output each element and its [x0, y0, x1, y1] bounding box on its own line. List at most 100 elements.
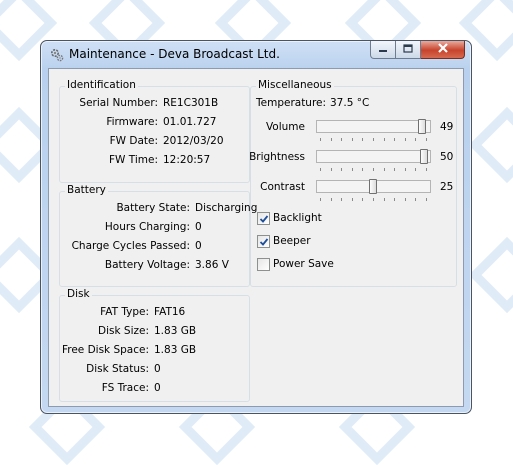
title-bar[interactable]: Maintenance - Deva Broadcast Ltd.	[41, 41, 471, 67]
fw-date-value: 2012/03/20	[163, 135, 224, 147]
beeper-checkbox[interactable]	[257, 235, 270, 248]
backlight-checkbox[interactable]	[257, 212, 270, 225]
minimize-button[interactable]	[370, 41, 396, 59]
fs-trace-value: 0	[154, 382, 161, 394]
slider-tick	[331, 168, 332, 171]
charge-cycles-value: 0	[195, 240, 202, 252]
disk-status-label: Disk Status:	[86, 363, 149, 375]
slider-tick	[394, 138, 395, 141]
slider-tick	[373, 198, 374, 201]
fw-time-label: FW Time:	[109, 154, 158, 166]
identification-title: Identification	[65, 79, 138, 91]
contrast-slider-thumb[interactable]	[369, 179, 377, 194]
power-save-label[interactable]: Power Save	[273, 258, 334, 270]
disk-size-label: Disk Size:	[98, 325, 149, 337]
slider-tick	[394, 198, 395, 201]
volume-slider-thumb[interactable]	[418, 119, 426, 134]
slider-tick	[415, 198, 416, 201]
slider-tick	[362, 168, 363, 171]
fw-time-value: 12:20:57	[163, 154, 211, 166]
gear-icon	[49, 47, 65, 63]
close-button[interactable]	[421, 41, 465, 59]
slider-tick	[341, 168, 342, 171]
identification-group: Identification Serial Number: RE1C301B F…	[59, 79, 250, 183]
slider-tick	[331, 198, 332, 201]
slider-tick	[415, 138, 416, 141]
contrast-label: Contrast	[260, 181, 305, 193]
slider-tick	[394, 168, 395, 171]
slider-tick	[362, 198, 363, 201]
contrast-ticks	[320, 198, 427, 202]
brightness-label: Brightness	[249, 151, 305, 163]
slider-tick	[405, 168, 406, 171]
battery-group: Battery Battery State: Discharging Hours…	[59, 184, 257, 287]
brightness-slider-thumb[interactable]	[420, 149, 428, 164]
volume-slider[interactable]	[316, 119, 431, 134]
maintenance-window: Maintenance - Deva Broadcast Ltd. Identi…	[40, 40, 472, 414]
volume-label: Volume	[265, 121, 305, 133]
slider-tick	[373, 168, 374, 171]
slider-tick	[384, 138, 385, 141]
slider-tick	[384, 168, 385, 171]
slider-tick	[331, 138, 332, 141]
client-area: Identification Serial Number: RE1C301B F…	[48, 68, 464, 407]
charge-cycles-label: Charge Cycles Passed:	[71, 240, 190, 252]
window-title: Maintenance - Deva Broadcast Ltd.	[69, 47, 280, 61]
battery-state-value: Discharging	[195, 202, 258, 214]
disk-title: Disk	[65, 288, 92, 300]
battery-title: Battery	[65, 184, 108, 196]
backlight-label[interactable]: Backlight	[273, 212, 322, 224]
slider-tick	[426, 138, 427, 141]
firmware-label: Firmware:	[106, 116, 158, 128]
power-save-checkbox[interactable]	[257, 258, 270, 271]
temperature-label: Temperature:	[256, 97, 327, 109]
maximize-icon	[403, 43, 413, 56]
battery-state-label: Battery State:	[116, 202, 190, 214]
minimize-icon	[378, 44, 388, 56]
battery-voltage-label: Battery Voltage:	[104, 259, 190, 271]
slider-tick	[341, 138, 342, 141]
fs-trace-label: FS Trace:	[101, 382, 149, 394]
free-disk-space-label: Free Disk Space:	[61, 344, 149, 356]
miscellaneous-group: Miscellaneous Temperature: 37.5 °C Volum…	[249, 79, 457, 287]
firmware-value: 01.01.727	[163, 116, 217, 128]
brightness-value: 50	[440, 151, 454, 163]
free-disk-space-value: 1.83 GB	[154, 344, 197, 356]
brightness-ticks	[320, 168, 427, 172]
slider-tick	[405, 198, 406, 201]
slider-tick	[320, 168, 321, 171]
slider-tick	[362, 138, 363, 141]
slider-tick	[352, 138, 353, 141]
slider-tick	[384, 198, 385, 201]
volume-value: 49	[440, 121, 454, 133]
serial-number-label: Serial Number:	[79, 97, 158, 109]
disk-group: Disk FAT Type: FAT16 Disk Size: 1.83 GB …	[59, 288, 250, 402]
slider-tick	[405, 138, 406, 141]
slider-tick	[341, 198, 342, 201]
contrast-slider[interactable]	[316, 179, 431, 194]
beeper-label[interactable]: Beeper	[273, 235, 311, 247]
volume-ticks	[320, 138, 427, 142]
maximize-button[interactable]	[396, 41, 421, 59]
slider-tick	[352, 198, 353, 201]
fat-type-value: FAT16	[154, 306, 186, 318]
hours-charging-label: Hours Charging:	[104, 221, 190, 233]
slider-tick	[426, 198, 427, 201]
slider-tick	[373, 138, 374, 141]
fat-type-label: FAT Type:	[100, 306, 149, 318]
disk-status-value: 0	[154, 363, 161, 375]
contrast-value: 25	[440, 181, 454, 193]
miscellaneous-title: Miscellaneous	[256, 79, 334, 91]
hours-charging-value: 0	[195, 221, 202, 233]
disk-size-value: 1.83 GB	[154, 325, 197, 337]
battery-voltage-value: 3.86 V	[195, 259, 229, 271]
slider-tick	[320, 138, 321, 141]
brightness-slider[interactable]	[316, 149, 431, 164]
close-icon	[437, 43, 449, 56]
slider-tick	[352, 168, 353, 171]
fw-date-label: FW Date:	[109, 135, 158, 147]
serial-number-value: RE1C301B	[163, 97, 219, 109]
slider-tick	[320, 198, 321, 201]
slider-tick	[426, 168, 427, 171]
slider-tick	[415, 168, 416, 171]
